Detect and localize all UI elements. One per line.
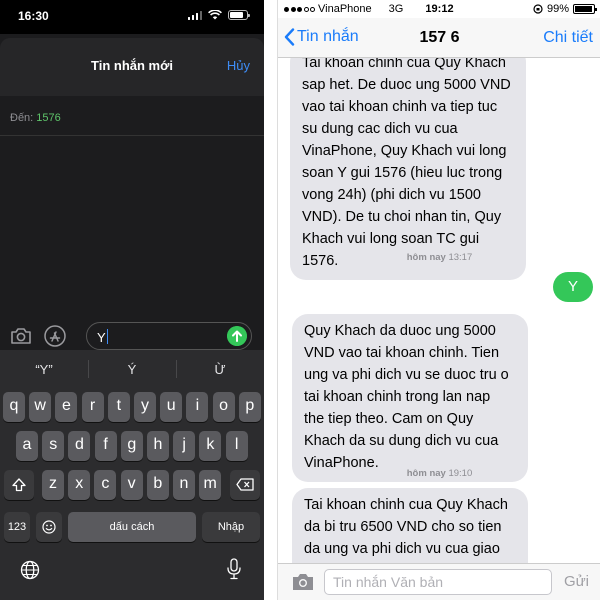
mic-icon[interactable]: [226, 558, 242, 580]
message-input[interactable]: Tin nhắn Văn bản: [324, 569, 552, 595]
page-title: Tin nhắn mới: [91, 58, 173, 73]
key-q[interactable]: q: [3, 392, 25, 422]
key-r[interactable]: r: [81, 392, 104, 422]
text-caret: [106, 329, 109, 344]
key-f[interactable]: f: [94, 431, 117, 461]
details-button[interactable]: Chi tiết: [543, 29, 593, 47]
orientation-lock-icon: [533, 4, 543, 14]
delete-icon: [236, 478, 254, 491]
signal-icon: [187, 10, 202, 20]
recipient-label: Đến:: [10, 112, 34, 124]
status-bar: 16:30: [0, 0, 264, 34]
key-j[interactable]: j: [173, 431, 196, 461]
key-t[interactable]: t: [107, 392, 130, 422]
recipient-field[interactable]: Đến: 1576: [0, 102, 264, 136]
key-u[interactable]: u: [160, 392, 183, 422]
cancel-button[interactable]: Hủy: [227, 58, 250, 73]
keyboard: “Y” Ý Ừ qwertyuiop asdfghjkl zxcvbnm 123 d…: [0, 350, 264, 600]
suggestion-item[interactable]: Ừ: [176, 350, 264, 388]
key-y[interactable]: y: [134, 392, 156, 422]
key-i[interactable]: i: [186, 392, 209, 422]
key-p[interactable]: p: [238, 392, 261, 422]
message-input-text: Y: [97, 330, 106, 345]
key-w[interactable]: w: [29, 392, 52, 422]
key-o[interactable]: o: [212, 392, 235, 422]
status-time: 16:30: [18, 9, 49, 23]
key-x[interactable]: x: [68, 470, 91, 500]
space-key[interactable]: dấu cách: [68, 512, 196, 542]
battery-percent: 99%: [546, 3, 569, 15]
status-bar: VinaPhone 3G 19:12 99%: [278, 0, 600, 18]
suggestion-bar: “Y” Ý Ừ: [0, 350, 264, 388]
app-store-icon[interactable]: [44, 325, 66, 347]
navigation-bar: Tin nhắn 157 6 Chi tiết: [278, 18, 600, 58]
compose-bar: Tin nhắn Văn bản Gửi: [278, 563, 600, 600]
new-message-screen: 16:30 Tin nhắn mới Hủy Đến:1576 Y “Y” Ý: [0, 0, 264, 600]
key-d[interactable]: d: [68, 431, 91, 461]
key-v[interactable]: v: [120, 470, 143, 500]
sent-message[interactable]: Y: [553, 272, 593, 302]
suggestion-item[interactable]: Ý: [88, 350, 176, 388]
key-z[interactable]: z: [42, 470, 64, 500]
key-e[interactable]: e: [55, 392, 78, 422]
camera-icon[interactable]: [292, 573, 314, 591]
key-s[interactable]: s: [42, 431, 65, 461]
timestamp-time: 13:17: [448, 252, 473, 263]
key-k[interactable]: k: [199, 431, 222, 461]
key-l[interactable]: l: [225, 431, 248, 461]
key-a[interactable]: a: [16, 431, 38, 461]
timestamp: hôm nay 19:10: [278, 468, 600, 479]
return-key[interactable]: Nhập: [202, 512, 260, 542]
send-button[interactable]: Gửi: [564, 573, 589, 590]
timestamp-day: hôm nay: [406, 252, 446, 263]
camera-icon[interactable]: [10, 327, 32, 345]
received-message[interactable]: Tai khoan chinh cua Quy Khach da bi tru …: [292, 488, 528, 563]
globe-icon[interactable]: [20, 560, 40, 580]
key-b[interactable]: b: [146, 470, 169, 500]
key-m[interactable]: m: [199, 470, 222, 500]
timestamp-time: 19:10: [448, 468, 473, 479]
key-h[interactable]: h: [147, 431, 169, 461]
timestamp-day: hôm nay: [406, 468, 446, 479]
numbers-key[interactable]: 123: [4, 512, 30, 542]
recipient-value[interactable]: 1576: [36, 112, 60, 124]
battery-icon: [573, 4, 597, 14]
message-input[interactable]: Y: [86, 322, 252, 350]
shift-key[interactable]: [4, 470, 34, 500]
shift-icon: [12, 478, 26, 492]
key-c[interactable]: c: [94, 470, 117, 500]
message-thread: Tai khoan chinh cua Quy Khach sap het. D…: [278, 58, 600, 563]
delete-key[interactable]: [230, 470, 260, 500]
received-message[interactable]: Quy Khach da duoc ung 5000 VND vao tai k…: [292, 314, 528, 482]
battery-icon: [228, 10, 250, 20]
send-arrow-icon[interactable]: [227, 326, 247, 346]
key-g[interactable]: g: [120, 431, 143, 461]
key-n[interactable]: n: [173, 470, 195, 500]
sheet-header: Tin nhắn mới Hủy: [0, 38, 264, 96]
compose-bar: Y: [0, 320, 264, 354]
emoji-key[interactable]: [36, 512, 62, 542]
timestamp: hôm nay 13:17: [278, 252, 600, 263]
wifi-icon: [208, 10, 222, 20]
emoji-icon: [42, 520, 56, 534]
suggestion-item[interactable]: “Y”: [0, 350, 88, 388]
received-message[interactable]: Tai khoan chinh cua Quy Khach sap het. D…: [290, 58, 526, 280]
conversation-screen: VinaPhone 3G 19:12 99% Tin nhắn 157 6 Ch…: [277, 0, 600, 600]
